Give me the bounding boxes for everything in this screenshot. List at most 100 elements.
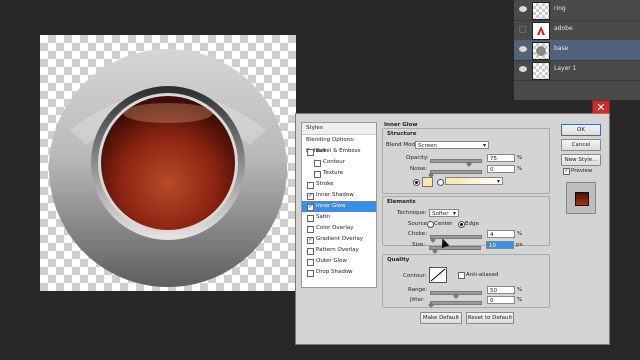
style-item-label: Outer Glow [316, 258, 348, 264]
style-checkbox[interactable] [307, 270, 314, 277]
structure-group: Structure Blend Mode: Screen Opacity: 75… [382, 128, 550, 194]
layer-thumbnail [532, 22, 550, 40]
opacity-slider[interactable] [430, 159, 482, 163]
opacity-unit: % [517, 155, 523, 161]
style-checkbox[interactable]: ✓ [307, 237, 314, 244]
eye-icon[interactable] [519, 66, 527, 72]
style-item-texture[interactable]: Texture [302, 168, 376, 179]
noise-unit: % [517, 166, 523, 172]
elements-title: Elements [387, 199, 416, 205]
style-preview [566, 182, 596, 214]
eye-icon[interactable] [519, 46, 527, 52]
cancel-button[interactable]: Cancel [561, 139, 601, 151]
blend-mode-select[interactable]: Screen [415, 141, 489, 150]
jitter-label: Jitter: [410, 297, 425, 303]
technique-label: Technique: [397, 210, 427, 216]
choke-slider[interactable] [430, 235, 482, 239]
workspace: ring adobe base Layer 1 ✕ Styles Blendin… [0, 0, 640, 360]
style-item-bevel-emboss[interactable]: Bevel & Emboss [302, 146, 376, 157]
contour-picker[interactable] [429, 267, 447, 283]
style-checkbox[interactable] [314, 160, 321, 167]
range-label: Range: [408, 287, 428, 293]
style-checkbox[interactable] [314, 171, 321, 178]
style-checkbox[interactable] [307, 226, 314, 233]
style-checkbox[interactable]: ✓ [307, 204, 314, 211]
button-artwork [49, 49, 287, 287]
style-checkbox[interactable] [307, 182, 314, 189]
noise-slider[interactable] [430, 170, 482, 174]
layer-row-base[interactable]: base [514, 40, 640, 61]
style-item-label: Pattern Overlay [316, 247, 359, 253]
layer-name: adobe [554, 25, 573, 32]
style-item-blending-options[interactable]: Blending Options: Default [302, 135, 376, 154]
style-item-stroke[interactable]: Stroke [302, 179, 376, 190]
make-default-button[interactable]: Make Default [420, 312, 462, 324]
glow-color-swatch[interactable] [422, 177, 433, 187]
style-item-inner-glow[interactable]: ✓ Inner Glow [302, 201, 376, 212]
style-item-gradient-overlay[interactable]: ✓ Gradient Overlay [302, 234, 376, 245]
range-unit: % [517, 287, 523, 293]
layer-row-adobe[interactable]: adobe [514, 20, 640, 41]
style-checkbox[interactable] [307, 259, 314, 266]
style-item-label: Color Overlay [316, 225, 354, 231]
style-item-outer-glow[interactable]: Outer Glow [302, 256, 376, 267]
source-edge-radio[interactable] [458, 221, 465, 228]
style-checkbox[interactable] [307, 215, 314, 222]
source-edge-label: Edge [465, 221, 479, 227]
style-checkbox[interactable]: ✓ [307, 193, 314, 200]
source-center-radio[interactable] [427, 221, 434, 228]
style-item-label: Gradient Overlay [316, 236, 364, 242]
style-item-label: Inner Glow [316, 203, 346, 209]
jitter-field[interactable]: 0 [487, 296, 515, 304]
style-item-label: Inner Shadow [316, 192, 354, 198]
opacity-field[interactable]: 75 [487, 154, 515, 162]
noise-field[interactable]: 0 [487, 165, 515, 173]
style-item-label: Bevel & Emboss [316, 148, 361, 154]
preview-swatch [575, 192, 589, 206]
reset-default-button[interactable]: Reset to Default [466, 312, 514, 324]
ok-button[interactable]: OK [561, 124, 601, 136]
preview-checkbox[interactable]: ✓ [563, 168, 570, 175]
style-item-label: Drop Shadow [316, 269, 353, 275]
style-item-inner-shadow[interactable]: ✓ Inner Shadow [302, 190, 376, 201]
gradient-picker[interactable] [445, 177, 503, 186]
anti-aliased-checkbox[interactable] [458, 272, 465, 279]
elements-group: Elements Technique: Softer Source: Cente… [382, 196, 550, 246]
structure-title: Structure [387, 131, 417, 137]
layer-thumbnail [532, 2, 550, 20]
technique-select[interactable]: Softer [429, 209, 459, 218]
size-field[interactable]: 10 [486, 241, 514, 249]
styles-list: Styles Blending Options: Default Bevel &… [301, 122, 377, 288]
eye-icon[interactable] [519, 6, 527, 12]
gradient-radio[interactable] [437, 179, 444, 186]
layer-name: ring [554, 5, 566, 12]
source-label: Source: [408, 221, 429, 227]
color-radio[interactable] [413, 179, 420, 186]
style-item-contour[interactable]: Contour [302, 157, 376, 168]
document-canvas[interactable] [40, 35, 296, 291]
choke-unit: % [517, 231, 523, 237]
style-checkbox[interactable] [307, 248, 314, 255]
layer-thumbnail [532, 62, 550, 80]
layer-row-layer1[interactable]: Layer 1 [514, 60, 640, 81]
quality-title: Quality [387, 257, 410, 263]
style-item-pattern-overlay[interactable]: Pattern Overlay [302, 245, 376, 256]
style-item-color-overlay[interactable]: Color Overlay [302, 223, 376, 234]
new-style-button[interactable]: New Style... [561, 154, 601, 166]
size-unit: px [516, 242, 523, 248]
style-checkbox[interactable] [307, 149, 314, 156]
contour-label: Contour: [403, 273, 427, 279]
eye-hidden-icon[interactable] [519, 26, 526, 33]
source-center-label: Center [434, 221, 453, 227]
style-item-label: Texture [323, 170, 344, 176]
styles-header[interactable]: Styles [302, 123, 376, 135]
jitter-slider[interactable] [430, 301, 482, 305]
inner-glow-panel: Inner Glow Structure Blend Mode: Screen … [382, 122, 550, 326]
layer-row-ring[interactable]: ring [514, 0, 640, 21]
range-field[interactable]: 50 [487, 286, 515, 294]
style-item-drop-shadow[interactable]: Drop Shadow [302, 267, 376, 278]
preview-label: Preview [571, 168, 593, 174]
choke-label: Choke: [408, 231, 427, 237]
style-item-satin[interactable]: Satin [302, 212, 376, 223]
choke-field[interactable]: 4 [487, 230, 515, 238]
